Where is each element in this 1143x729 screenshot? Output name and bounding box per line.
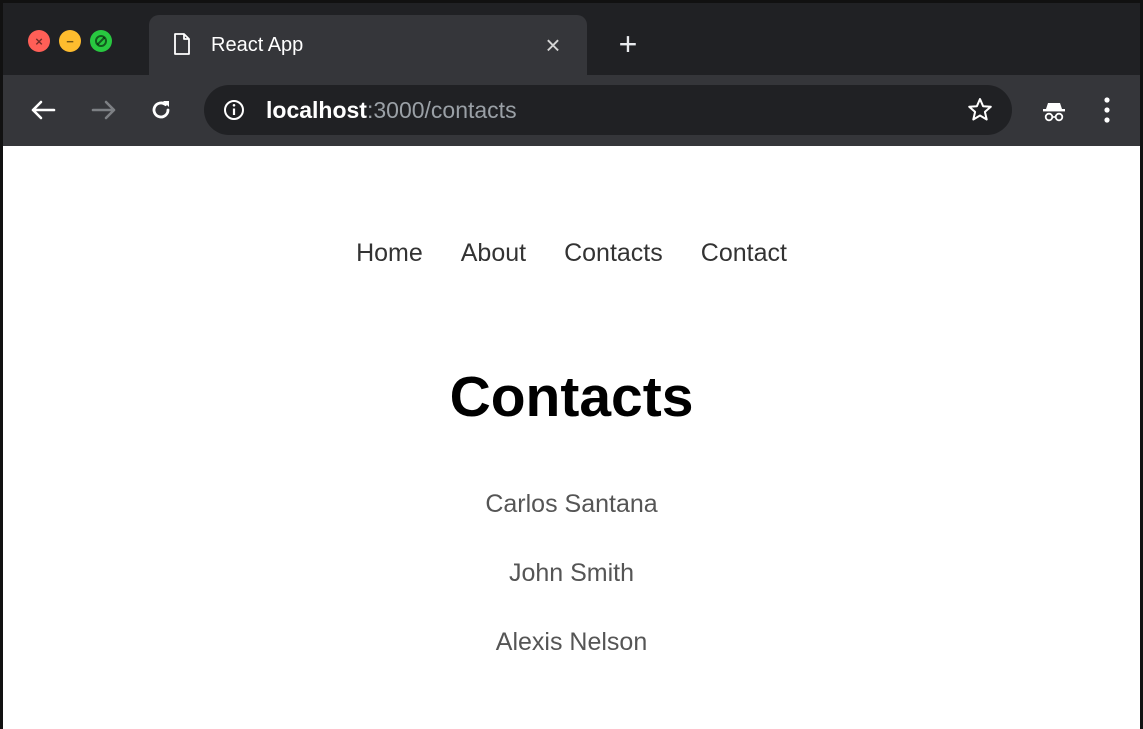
- arrow-right-icon: [91, 100, 116, 120]
- page-title: Contacts: [449, 365, 694, 429]
- window-minimize-button[interactable]: −: [59, 30, 81, 52]
- url-host: localhost: [266, 97, 367, 123]
- tab-react-app[interactable]: React App ×: [149, 15, 587, 75]
- back-button[interactable]: [28, 95, 58, 125]
- url-text[interactable]: localhost:3000/contacts: [266, 97, 517, 124]
- url-path: :3000/contacts: [366, 97, 517, 123]
- new-tab-button[interactable]: +: [614, 28, 642, 60]
- nav-link-about[interactable]: About: [461, 239, 526, 268]
- nav-link-contact[interactable]: Contact: [701, 239, 787, 268]
- contact-item: Carlos Santana: [485, 490, 658, 518]
- star-icon[interactable]: [966, 96, 994, 124]
- window-close-button[interactable]: ×: [28, 30, 50, 52]
- window-controls: × −: [28, 30, 112, 52]
- more-vert-icon[interactable]: [1101, 95, 1113, 125]
- page-icon: [174, 33, 190, 55]
- contact-item: Alexis Nelson: [495, 628, 648, 656]
- reload-icon: [152, 101, 170, 119]
- page-content: Home About Contacts Contact Contacts Car…: [3, 146, 1140, 729]
- nav-link-contacts[interactable]: Contacts: [564, 239, 663, 268]
- tab-strip: × − React App × +: [3, 3, 1140, 75]
- tab-close-icon[interactable]: ×: [541, 32, 565, 58]
- address-bar[interactable]: localhost:3000/contacts: [204, 85, 1012, 135]
- browser-toolbar: localhost:3000/contacts: [3, 75, 1140, 146]
- window-maximize-button[interactable]: [90, 30, 112, 52]
- arrow-left-icon: [31, 100, 56, 120]
- nav-link-home[interactable]: Home: [356, 239, 423, 268]
- reload-button[interactable]: [146, 95, 176, 125]
- incognito-icon[interactable]: [1040, 97, 1068, 125]
- main-nav: Home About Contacts Contact: [3, 239, 1140, 268]
- tab-title: React App: [211, 34, 304, 56]
- close-x-icon: ×: [35, 33, 43, 49]
- minimize-dash-icon: −: [66, 33, 74, 49]
- forward-button[interactable]: [89, 95, 119, 125]
- contacts-list: Carlos Santana John Smith Alexis Nelson: [3, 489, 1140, 696]
- contact-item: John Smith: [508, 559, 635, 587]
- browser-window: × − React App × + localhost:3000/contact…: [0, 0, 1143, 729]
- info-icon[interactable]: [223, 99, 245, 121]
- fullscreen-icon: [95, 35, 107, 47]
